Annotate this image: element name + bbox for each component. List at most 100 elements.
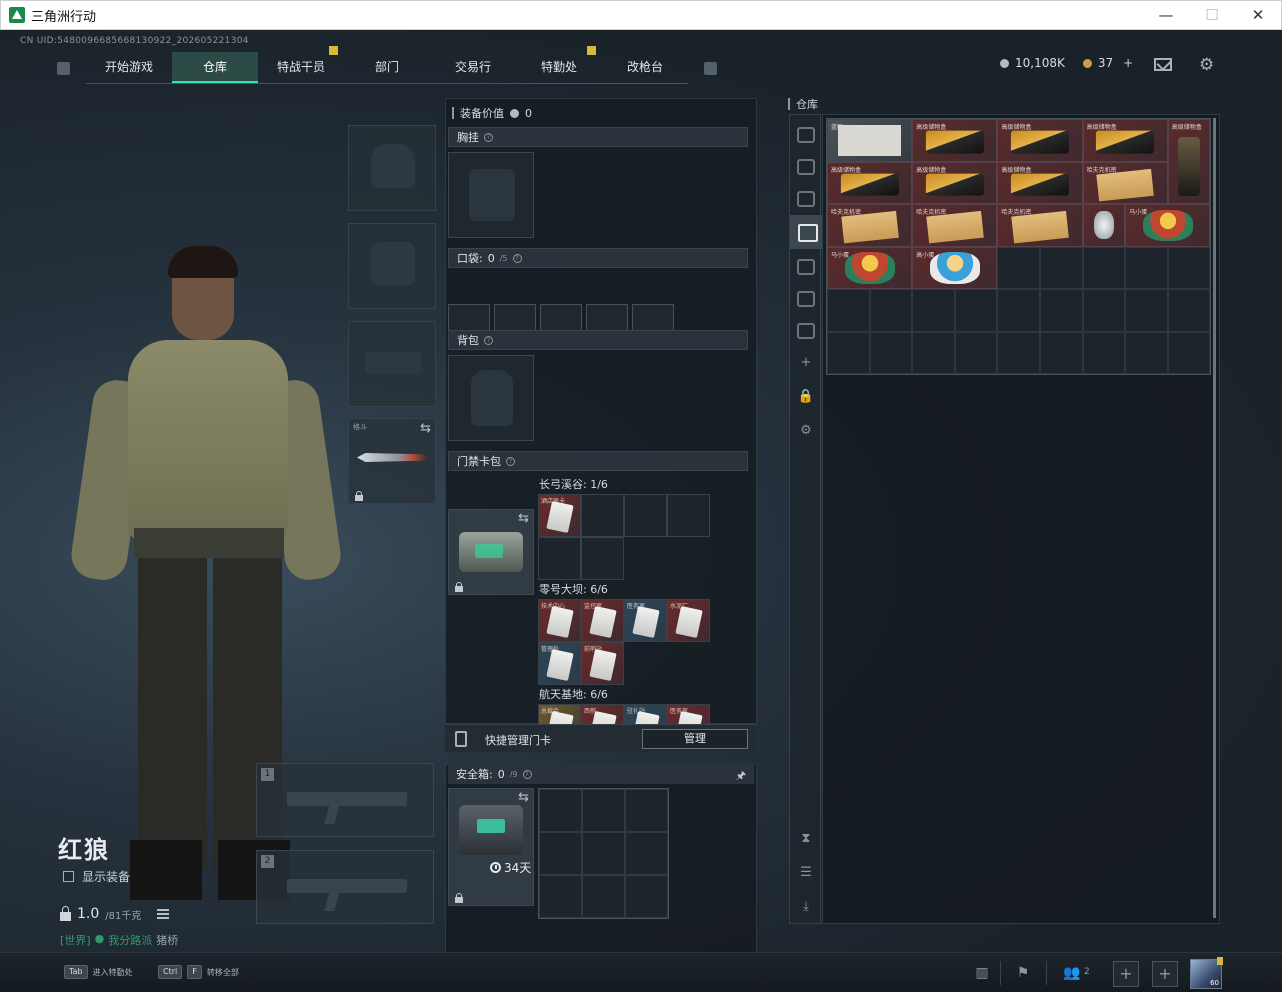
- warehouse-slot[interactable]: [1039, 331, 1083, 374]
- safe-slot[interactable]: [539, 875, 582, 918]
- show-equipment-toggle[interactable]: 显示装备: [63, 868, 130, 885]
- warehouse-item[interactable]: 高级储物盒: [912, 119, 998, 162]
- warehouse-tab-3[interactable]: [790, 215, 822, 249]
- list-icon[interactable]: [157, 909, 170, 919]
- warehouse-slot[interactable]: [869, 331, 913, 374]
- warehouse-slot[interactable]: [1039, 289, 1083, 332]
- warehouse-item[interactable]: 哈夫克机密: [912, 204, 998, 247]
- card-case-slot[interactable]: ⇆: [448, 509, 534, 595]
- minimize-button[interactable]: —: [1143, 1, 1189, 30]
- safe-slot[interactable]: [625, 875, 668, 918]
- tab-4[interactable]: 交易行: [430, 52, 516, 83]
- keycard-slot[interactable]: [667, 494, 710, 537]
- swap-icon[interactable]: ⇆: [518, 511, 529, 526]
- primary-weapon-slot-1[interactable]: 1: [256, 763, 434, 837]
- warehouse-slot[interactable]: [912, 289, 955, 332]
- chat-channel[interactable]: [世界] ● 我分路派 猪桥: [60, 932, 178, 948]
- warehouse-slot[interactable]: [912, 331, 955, 374]
- warehouse-tab-2[interactable]: [797, 191, 815, 207]
- flag-icon[interactable]: ⚑: [1013, 963, 1033, 983]
- warehouse-slot[interactable]: [1167, 246, 1211, 289]
- keycard-slot[interactable]: [538, 537, 581, 580]
- add-currency-button[interactable]: +: [1123, 56, 1133, 70]
- warehouse-item[interactable]: 高小蛋: [912, 246, 998, 289]
- close-button[interactable]: ✕: [1235, 1, 1281, 30]
- hint-transfer-all[interactable]: Ctrl F 转移全部: [158, 965, 239, 979]
- keycard-item[interactable]: 医务室: [624, 599, 667, 642]
- safe-slot[interactable]: [625, 789, 668, 832]
- armor-slot[interactable]: [348, 223, 436, 309]
- backpack-slot[interactable]: [448, 355, 534, 441]
- helmet-slot[interactable]: [348, 125, 436, 211]
- safe-slot[interactable]: [582, 832, 625, 875]
- help-icon[interactable]: ?: [484, 335, 493, 345]
- keycard-item[interactable]: 前哨站: [581, 642, 624, 685]
- warehouse-slot[interactable]: [997, 246, 1040, 289]
- tab-1[interactable]: 仓库: [172, 52, 258, 83]
- swap-icon[interactable]: ⇆: [420, 421, 431, 436]
- warehouse-item[interactable]: 哈夫克机密: [827, 204, 913, 247]
- add-tab-icon[interactable]: +: [790, 355, 822, 370]
- help-icon[interactable]: ?: [506, 456, 515, 466]
- warehouse-tab-4[interactable]: [797, 259, 815, 275]
- manage-button[interactable]: 管理: [642, 729, 748, 749]
- keycard-item[interactable]: 管理处: [538, 642, 581, 685]
- safe-slot[interactable]: [582, 789, 625, 832]
- warehouse-slot[interactable]: [1125, 331, 1168, 374]
- swap-icon[interactable]: ⇆: [518, 790, 529, 805]
- warehouse-item[interactable]: 蓝图: [827, 119, 913, 162]
- help-icon[interactable]: ?: [484, 132, 493, 142]
- maximize-button[interactable]: ☐: [1189, 1, 1235, 30]
- warehouse-slot[interactable]: [1125, 246, 1168, 289]
- warehouse-slot[interactable]: [1082, 331, 1126, 374]
- hint-enter-special[interactable]: Tab 进入特勤处: [64, 965, 133, 979]
- warehouse-item[interactable]: 马小蛋: [1125, 204, 1211, 247]
- tab-0[interactable]: 开始游戏: [86, 52, 172, 83]
- warehouse-item[interactable]: 高级储物盒: [912, 161, 998, 204]
- gear-icon[interactable]: ⚙: [790, 423, 822, 438]
- primary-weapon-slot-2[interactable]: 2: [256, 850, 434, 924]
- warehouse-tab-6[interactable]: [797, 323, 815, 339]
- help-icon[interactable]: ?: [522, 769, 532, 779]
- organize-icon[interactable]: ⤓: [790, 899, 822, 914]
- warehouse-item[interactable]: [1082, 204, 1126, 247]
- lock-tab-icon[interactable]: 🔒: [790, 389, 822, 404]
- chest-rig-slot[interactable]: [448, 152, 534, 238]
- help-icon[interactable]: ?: [512, 253, 522, 263]
- warehouse-tab-5[interactable]: [797, 291, 815, 307]
- keycard-item[interactable]: 医务室: [667, 704, 710, 724]
- warehouse-slot[interactable]: [997, 289, 1040, 332]
- tab-2[interactable]: 特战干员: [258, 46, 344, 83]
- warehouse-slot[interactable]: [827, 289, 870, 332]
- warehouse-slot[interactable]: [954, 331, 998, 374]
- stats-icon[interactable]: ▥: [972, 963, 992, 983]
- melee-slot[interactable]: 格斗 ⇆: [348, 418, 436, 504]
- warehouse-slot[interactable]: [1039, 246, 1083, 289]
- show-equipment-checkbox[interactable]: [63, 871, 74, 882]
- warehouse-slot[interactable]: [1167, 331, 1211, 374]
- warehouse-item[interactable]: 高级储物盒: [1167, 119, 1211, 204]
- keycard-item[interactable]: 西侧: [581, 704, 624, 724]
- warehouse-item[interactable]: 高级储物盒: [827, 161, 913, 204]
- nav-prev-key-icon[interactable]: [57, 61, 70, 75]
- warehouse-item[interactable]: 哈夫克机密: [1082, 161, 1168, 204]
- keycard-item[interactable]: 监控室: [581, 599, 624, 642]
- nav-next-key-icon[interactable]: [704, 61, 717, 75]
- warehouse-item[interactable]: 高级储物盒: [997, 161, 1083, 204]
- pin-icon[interactable]: 🖈: [736, 767, 746, 786]
- keycard-item[interactable]: 驻扎站: [624, 704, 667, 724]
- warehouse-slot[interactable]: [1125, 289, 1168, 332]
- warehouse-slot[interactable]: [1082, 246, 1126, 289]
- invite-button-1[interactable]: +: [1113, 961, 1139, 987]
- keycard-slot[interactable]: [624, 494, 667, 537]
- pistol-slot[interactable]: [348, 321, 436, 407]
- team-icon[interactable]: 👥: [1062, 963, 1082, 983]
- gear-icon[interactable]: ⚙: [1199, 57, 1214, 74]
- warehouse-item[interactable]: 哈夫克机密: [997, 204, 1083, 247]
- warehouse-item[interactable]: 高级储物盒: [1082, 119, 1168, 162]
- keycard-item[interactable]: 酒店房卡: [538, 494, 581, 537]
- safe-slot[interactable]: [539, 789, 582, 832]
- sort-icon[interactable]: ⧗: [790, 831, 822, 846]
- warehouse-slot[interactable]: [827, 331, 870, 374]
- mail-icon[interactable]: [1154, 58, 1172, 71]
